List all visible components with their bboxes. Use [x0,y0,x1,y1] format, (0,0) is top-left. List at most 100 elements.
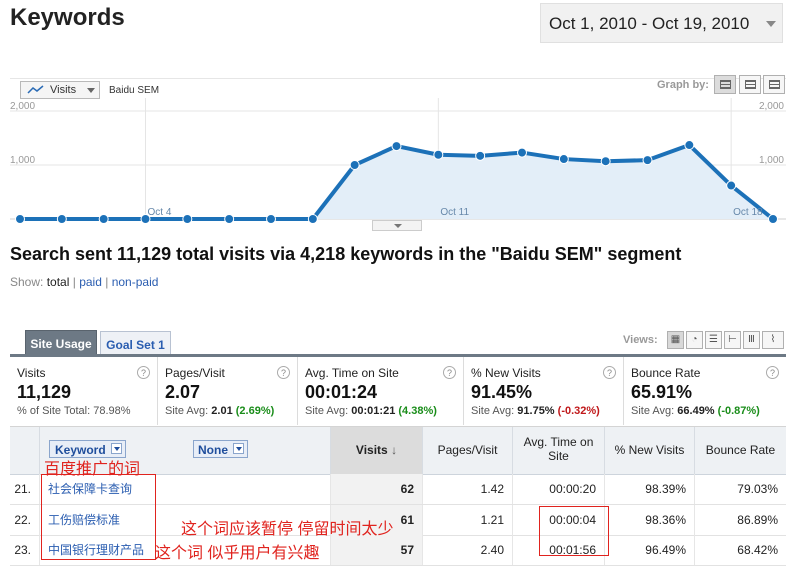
data-point[interactable] [684,140,695,151]
metric-new-visits: % New Visits ? 91.45% Site Avg: 91.75% (… [464,357,624,425]
y-tick-label-right: 2,000 [759,101,784,112]
data-point[interactable] [349,160,360,170]
data-point[interactable] [266,214,276,224]
show-label: Show: [10,275,44,289]
view-table-button[interactable]: ▦ [667,331,684,349]
data-point[interactable] [768,214,778,224]
view-bar-button[interactable]: ☰ [705,331,722,349]
metric-sub: Site Avg: 00:01:21 (4.38%) [305,405,437,417]
metric-sub: % of Site Total: 78.98% [17,405,131,417]
views-label: Views: [623,334,658,346]
tab-goal-set-label: Goal Set 1 [106,338,165,352]
metric-value: 65.91% [631,382,693,402]
new-visits-header-label: % New Visits [614,443,685,457]
data-point[interactable] [726,180,737,191]
data-point[interactable] [558,154,569,165]
data-point[interactable] [224,214,235,224]
annotation-baidu-keywords: 百度推广的词 [44,461,141,478]
data-point[interactable] [600,156,611,167]
visits-chart: 2,000 2,000 1,000 1,000 Oct 4 Oct 11 Oct 18 [10,98,786,224]
data-point[interactable] [433,149,444,160]
help-icon[interactable]: ? [277,366,290,379]
visits-cell: 57 [331,535,423,565]
data-point[interactable] [98,214,109,224]
show-paid-link[interactable]: paid [79,275,102,289]
bounce-column-header[interactable]: Bounce Rate [695,427,786,474]
metric-sub: Site Avg: 66.49% (-0.87%) [631,405,760,417]
week-icon [745,80,756,89]
sort-arrow-icon: ↓ [391,443,398,457]
data-point[interactable] [307,214,318,224]
index-header [10,427,40,474]
help-icon[interactable]: ? [603,366,616,379]
data-point[interactable] [391,141,402,152]
pages-column-header[interactable]: Pages/Visit [423,427,513,474]
time-cell: 00:00:20 [513,474,605,504]
tab-site-usage[interactable]: Site Usage [25,330,97,355]
x-tick-label: Oct 18 [733,207,763,218]
page-title: Keywords [10,4,125,31]
view-pie-button[interactable]: ◔ [686,331,703,349]
bounce-cell: 86.89% [737,513,778,527]
metric-value: 00:01:24 [305,382,378,402]
data-point[interactable] [56,214,67,224]
segment-label: Baidu SEM [109,85,160,96]
chevron-down-icon [766,21,776,27]
graph-by-day-button[interactable] [714,75,736,94]
y-tick-label-left: 2,000 [10,101,35,112]
bounce-cell: 79.03% [737,482,778,496]
metric-pages-visit: Pages/Visit ? 2.07 Site Avg: 2.01 (2.69%… [158,357,298,425]
x-tick-label: Oct 11 [440,207,469,218]
pages-cell: 1.42 [423,474,513,504]
data-point[interactable] [182,214,193,224]
tab-goal-set-1[interactable]: Goal Set 1 [100,331,171,355]
visits-column-header[interactable]: Visits ↓ [331,427,423,474]
metric-avg-time: Avg. Time on Site ? 00:01:24 Site Avg: 0… [298,357,464,425]
bounce-header-label: Bounce Rate [705,443,776,457]
graph-by-month-button[interactable] [763,75,785,94]
metric-value: 11,129 [17,382,72,402]
annotation-keyword-box [41,474,156,560]
new-visits-cell: 98.36% [605,505,695,535]
row-index: 23. [10,535,40,565]
view-comparison-button[interactable]: ⊢ [724,331,741,349]
row-index: 21. [10,474,40,504]
chart-resize-handle[interactable] [372,220,422,231]
metric-visits: Visits ? 11,129 % of Site Total: 78.98% [10,357,158,425]
metric-sub: Site Avg: 2.01 (2.69%) [165,405,275,417]
help-icon[interactable]: ? [766,366,779,379]
show-nonpaid-link[interactable]: non-paid [112,275,159,289]
pages-header-label: Pages/Visit [437,443,498,457]
data-point[interactable] [475,150,486,161]
new-visits-column-header[interactable]: % New Visits [605,427,695,474]
help-icon[interactable]: ? [443,366,456,379]
metric-label: % New Visits [471,366,541,380]
annotation-pause-keyword: 这个词应该暂停 停留时间太少 [181,521,394,538]
visits-header-label: Visits ↓ [355,443,398,457]
secondary-dimension-label: None [198,443,228,457]
bounce-cell: 68.42% [737,543,778,557]
secondary-dimension-select[interactable]: None [193,440,248,458]
time-column-header[interactable]: Avg. Time on Site [513,427,605,474]
annotation-user-interest: 这个词 似乎用户有兴趣 [155,545,320,562]
view-sparkline-button[interactable]: ⌇ [762,331,784,349]
data-point[interactable] [15,214,25,224]
data-point[interactable] [517,147,527,158]
graph-metric-select[interactable]: Visits [20,81,100,99]
metric-label: Visits [17,366,46,380]
metric-value: 91.45% [471,382,533,402]
pages-cell: 1.21 [423,505,513,535]
show-separator: | [72,275,76,289]
metric-label: Avg. Time on Site [305,366,399,380]
data-point[interactable] [642,155,653,166]
graph-by-week-button[interactable] [739,75,761,94]
graph-metric-label: Visits [50,84,77,96]
row-index: 22. [10,505,40,535]
view-pivot-button[interactable]: Ⅲ [743,331,760,349]
date-range-picker[interactable]: Oct 1, 2010 - Oct 19, 2010 [540,3,783,43]
x-tick-label: Oct 4 [148,207,172,218]
y-tick-label-left: 1,000 [10,155,35,166]
metric-sub: Site Avg: 91.75% (-0.32%) [471,405,600,417]
line-chart-icon [27,85,44,94]
help-icon[interactable]: ? [137,366,150,379]
